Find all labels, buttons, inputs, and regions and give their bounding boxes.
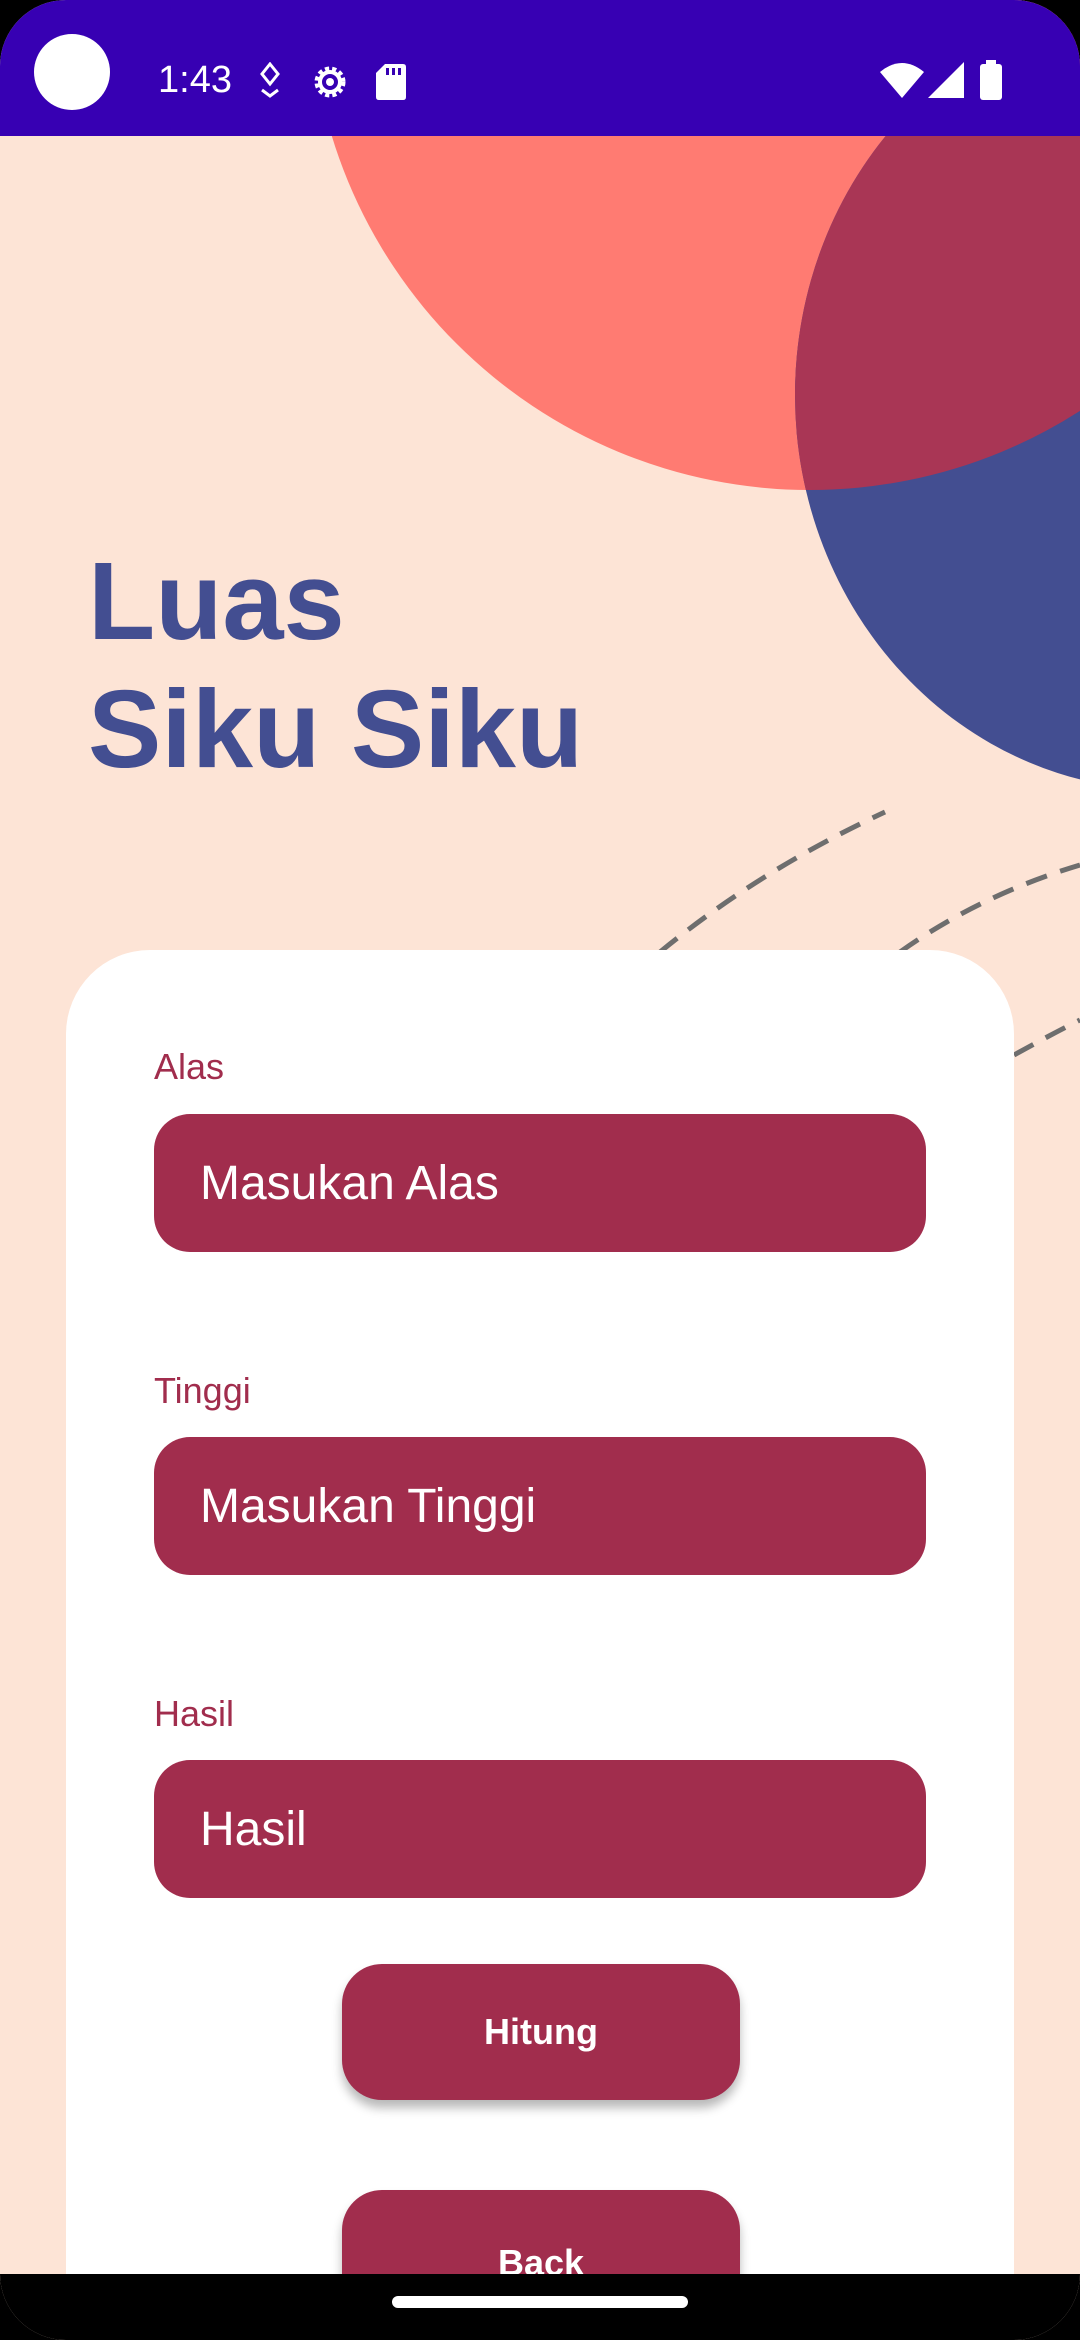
data-saver-icon	[258, 61, 282, 103]
form-card: Alas Masukan Alas Tinggi Masukan Tinggi …	[66, 950, 1014, 2340]
page-title: Luas Siku Siku	[88, 538, 583, 794]
hitung-button[interactable]: Hitung	[342, 1964, 740, 2100]
status-bar: 1:43	[0, 0, 1080, 136]
battery-icon	[980, 60, 1002, 105]
wifi-icon	[880, 62, 924, 105]
hasil-output-field[interactable]: Hasil	[154, 1760, 926, 1898]
navigation-bar	[0, 2274, 1080, 2340]
signal-icon	[928, 62, 964, 105]
camera-cutout	[34, 34, 110, 110]
sd-card-icon	[376, 64, 406, 105]
page-title-line1: Luas	[88, 540, 345, 663]
app-screen: 1:43 Luas Siku Siku Alas Masukan Alas Ti…	[0, 0, 1080, 2340]
home-gesture-handle[interactable]	[392, 2296, 688, 2308]
alas-input[interactable]: Masukan Alas	[154, 1114, 926, 1252]
page-title-line2: Siku Siku	[88, 668, 584, 791]
tinggi-label: Tinggi	[154, 1370, 251, 1411]
hasil-label: Hasil	[154, 1693, 235, 1734]
status-time: 1:43	[158, 59, 232, 101]
tinggi-input[interactable]: Masukan Tinggi	[154, 1437, 926, 1575]
settings-gear-icon	[310, 62, 350, 107]
alas-label: Alas	[154, 1046, 225, 1087]
